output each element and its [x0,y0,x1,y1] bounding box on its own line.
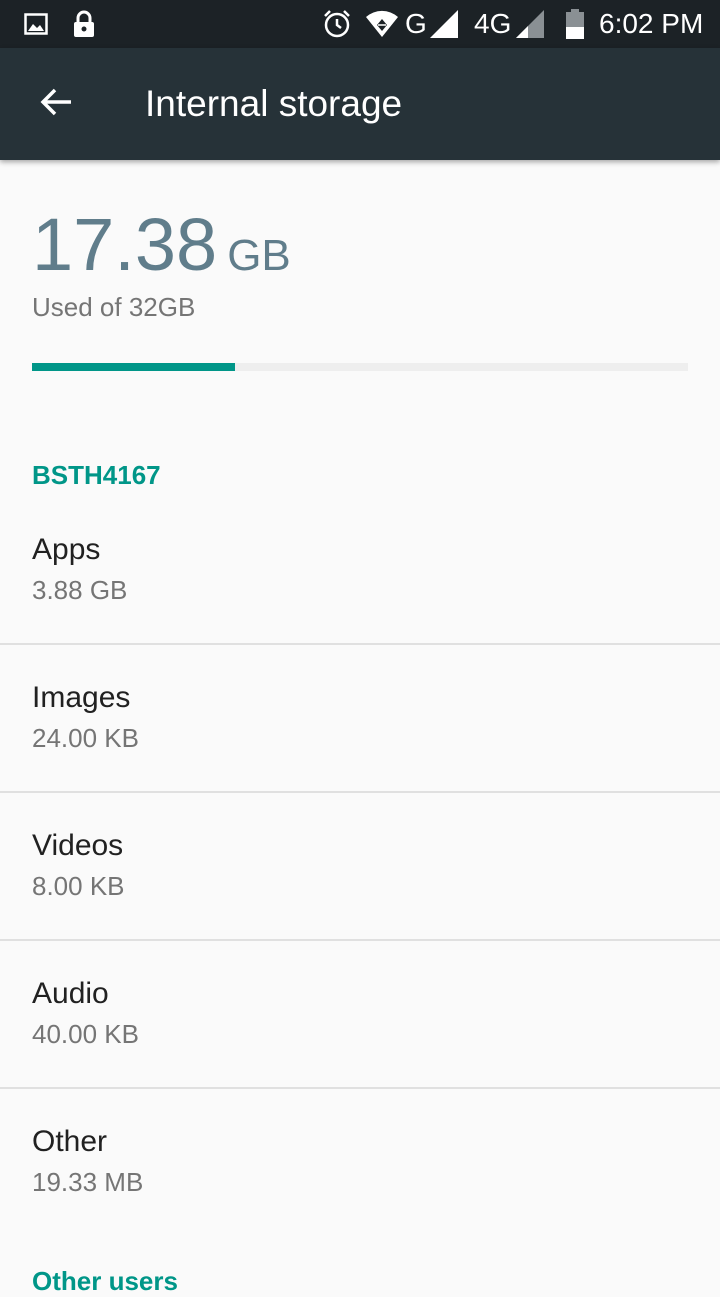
list-item-images[interactable]: Images 24.00 KB [0,645,720,793]
arrow-back-icon [39,85,73,124]
list-item-title: Audio [32,977,109,1010]
list-item-summary: 3.88 GB [32,575,128,605]
back-button[interactable] [24,72,88,136]
storage-used-number: 17.38 [32,203,218,286]
list-item-title: Videos [32,829,124,862]
list-item-summary: 40.00 KB [32,1019,139,1049]
signal-icon [428,0,460,48]
list-item-title: Apps [32,533,101,566]
storage-category-list: Apps 3.88 GB Images 24.00 KB Videos 8.00… [0,497,720,1235]
image-icon [24,0,48,48]
signal-icon-secondary [514,0,546,48]
status-time: 6:02 PM [599,8,704,39]
battery-icon [566,0,584,48]
alarm-icon [322,0,352,48]
list-item-audio[interactable]: Audio 40.00 KB [0,941,720,1089]
page-title: Internal storage [145,83,403,124]
wifi-icon [364,0,400,48]
status-bar: G 4G 6:02 PM [0,0,720,48]
storage-used-value: 17.38 GB [32,200,291,290]
storage-used-unit: GB [227,231,291,280]
storage-progress-fill [32,363,236,371]
list-item-summary: 24.00 KB [32,723,139,753]
list-item-apps[interactable]: Apps 3.88 GB [0,497,720,645]
list-item-title: Other [32,1125,108,1158]
list-item-other[interactable]: Other 19.33 MB [0,1089,720,1235]
list-item-title: Images [32,681,131,714]
list-item-summary: 8.00 KB [32,871,125,901]
list-item-summary: 19.33 MB [32,1167,144,1197]
section-header-other-users: Other users [32,1266,178,1296]
section-header: BSTH4167 [32,460,161,490]
storage-progress-bar [32,363,688,371]
storage-used-caption: Used of 32GB [32,292,196,322]
lock-icon [72,0,96,48]
app-toolbar: Internal storage [0,48,720,160]
network-type-label-2: 4G [474,8,512,39]
network-type-label: G [405,8,427,39]
list-item-videos[interactable]: Videos 8.00 KB [0,793,720,941]
